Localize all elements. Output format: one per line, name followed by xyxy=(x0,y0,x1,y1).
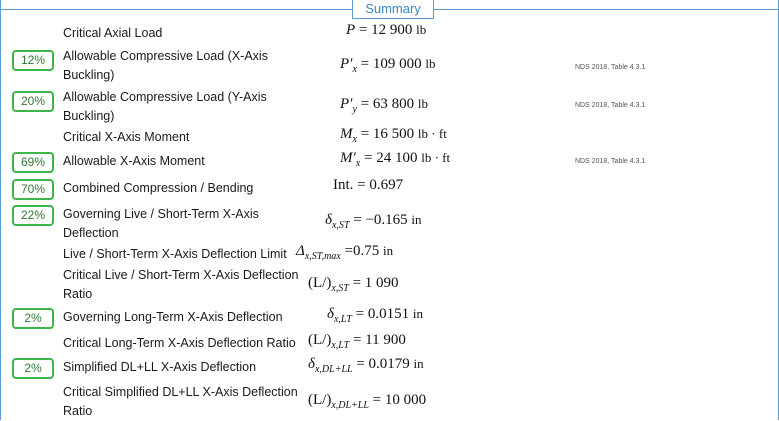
summary-tab[interactable]: Summary xyxy=(352,0,434,19)
utilization-badge: 70% xyxy=(12,179,54,200)
reference-note: NDS 2018, Table 4.3.1 xyxy=(575,102,646,109)
row-label: Combined Compression / Bending xyxy=(63,181,254,195)
row-formula: Int. = 0.697 xyxy=(333,177,404,193)
row-label: Allowable Compressive Load (Y-Axis Buckl… xyxy=(63,90,267,123)
row-formula: P′x = 109 000 lb xyxy=(340,56,436,75)
row-formula: δx,ST = −0.165 in xyxy=(325,212,422,231)
utilization-badge: 69% xyxy=(12,152,54,173)
utilization-badge: 12% xyxy=(12,50,54,71)
utilization-badge: 2% xyxy=(12,308,54,329)
row-label: Governing Live / Short-Term X-Axis Defle… xyxy=(63,207,259,240)
frame-left-border xyxy=(0,0,1,420)
reference-note: NDS 2018, Table 4.3.1 xyxy=(575,64,646,71)
utilization-badge: 2% xyxy=(12,358,54,379)
row-label: Critical X-Axis Moment xyxy=(63,130,190,144)
row-label: Allowable Compressive Load (X-Axis Buckl… xyxy=(63,49,268,82)
frame-top-right-line xyxy=(432,9,779,10)
frame-top-left-line xyxy=(0,9,352,10)
row-formula: P = 12 900 lb xyxy=(346,22,427,38)
reference-note: NDS 2018, Table 4.3.1 xyxy=(575,158,646,165)
row-formula: (L/)x,LT = 11 900 xyxy=(308,332,406,351)
row-label: Critical Long-Term X-Axis Deflection Rat… xyxy=(63,336,296,350)
row-formula: δx,DL+LL = 0.0179 in xyxy=(308,356,424,375)
row-formula: (L/)x,DL+LL = 10 000 xyxy=(308,392,427,411)
row-formula: (L/)x,ST = 1 090 xyxy=(308,275,399,294)
row-label: Critical Live / Short-Term X-Axis Deflec… xyxy=(63,268,299,301)
row-formula: M′x = 24 100 lb · ft xyxy=(340,150,451,169)
utilization-badge: 22% xyxy=(12,205,54,226)
row-label: Critical Axial Load xyxy=(63,26,163,40)
row-label: Simplified DL+LL X-Axis Deflection xyxy=(63,360,257,374)
row-formula: P′y = 63 800 lb xyxy=(340,96,428,115)
utilization-badge: 20% xyxy=(12,91,54,112)
row-label: Governing Long-Term X-Axis Deflection xyxy=(63,310,283,324)
row-label: Live / Short-Term X-Axis Deflection Limi… xyxy=(63,247,287,261)
row-formula: Δx,ST,max =0.75 in xyxy=(296,243,394,262)
row-label: Allowable X-Axis Moment xyxy=(63,154,205,168)
row-label: Critical Simplified DL+LL X-Axis Deflect… xyxy=(63,385,298,418)
row-formula: δx,LT = 0.0151 in xyxy=(327,306,423,325)
row-formula: Mx = 16 500 lb · ft xyxy=(340,126,447,145)
